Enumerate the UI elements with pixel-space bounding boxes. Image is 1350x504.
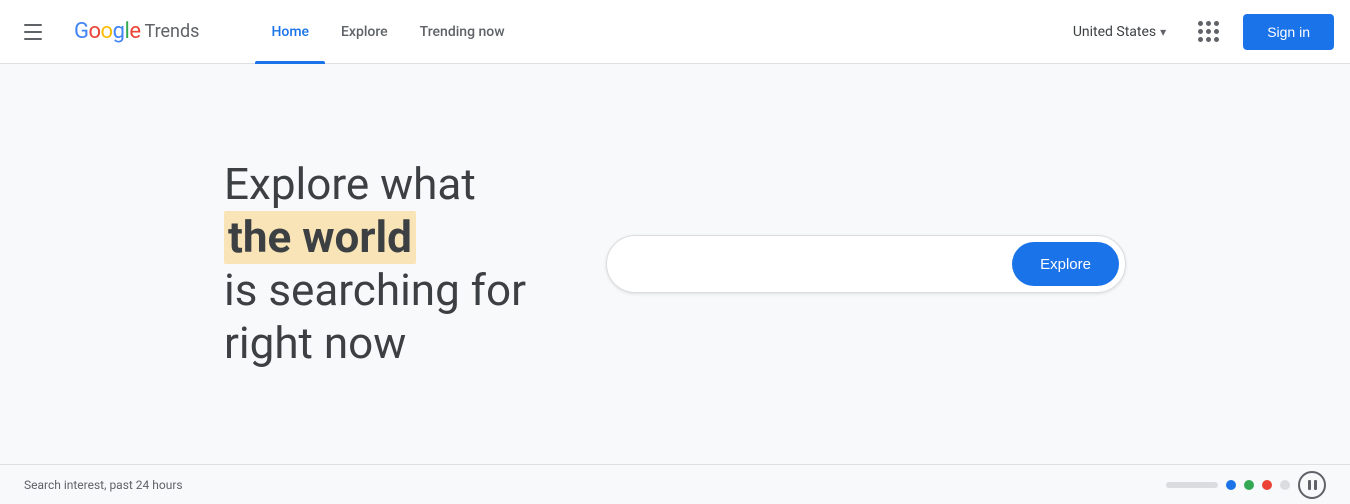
grid-dot: [1198, 29, 1203, 34]
chevron-down-icon: ▾: [1160, 25, 1166, 39]
carousel-progress-track: [1166, 482, 1218, 488]
logo-letter-o2: o: [101, 19, 113, 44]
country-label: United States: [1073, 24, 1156, 40]
bottom-bar: Search interest, past 24 hours: [0, 464, 1350, 504]
navbar: Google Trends Home Explore Trending now …: [0, 0, 1350, 64]
search-input[interactable]: [631, 255, 1012, 273]
google-trends-logo[interactable]: Google Trends: [74, 19, 199, 44]
main-nav: Home Explore Trending now: [255, 0, 520, 64]
grid-dot: [1214, 37, 1219, 42]
search-bar: Explore: [606, 235, 1126, 293]
country-selector[interactable]: United States ▾: [1065, 16, 1174, 48]
grid-dot: [1206, 21, 1211, 26]
carousel-dot-4[interactable]: [1280, 480, 1290, 490]
carousel-dot-1[interactable]: [1226, 480, 1236, 490]
carousel-controls: [1166, 471, 1326, 499]
hero-line-4: right now: [224, 317, 526, 370]
logo-letter-g: g: [113, 19, 125, 44]
search-interest-label: Search interest, past 24 hours: [24, 478, 183, 492]
navbar-right: United States ▾ Sign in: [1065, 13, 1334, 50]
google-apps-icon[interactable]: [1190, 13, 1227, 50]
nav-item-trending-now[interactable]: Trending now: [404, 0, 521, 64]
hamburger-menu-icon[interactable]: [16, 16, 50, 48]
pause-icon-left-bar: [1308, 480, 1311, 490]
pause-button[interactable]: [1298, 471, 1326, 499]
carousel-dot-2[interactable]: [1244, 480, 1254, 490]
navbar-left: Google Trends Home Explore Trending now: [16, 0, 521, 64]
explore-button[interactable]: Explore: [1012, 242, 1119, 286]
logo-letter-G: G: [74, 19, 89, 44]
search-area: Explore: [606, 235, 1126, 293]
grid-dot: [1206, 37, 1211, 42]
logo-letter-o1: o: [89, 19, 101, 44]
nav-item-home[interactable]: Home: [255, 0, 325, 64]
trends-wordmark: Trends: [144, 21, 199, 42]
hero-line-1: Explore what: [224, 158, 526, 211]
grid-dot: [1214, 21, 1219, 26]
hero-line-3: is searching for: [224, 264, 526, 317]
carousel-progress-fill: [1166, 482, 1182, 488]
grid-dot: [1206, 29, 1211, 34]
sign-in-button[interactable]: Sign in: [1243, 14, 1334, 50]
grid-dot: [1198, 37, 1203, 42]
hero-text-block: Explore what the world is searching for …: [224, 158, 526, 369]
pause-icon-right-bar: [1314, 480, 1317, 490]
grid-dot: [1214, 29, 1219, 34]
logo-letter-e: e: [129, 19, 140, 44]
grid-dot: [1198, 21, 1203, 26]
nav-item-explore[interactable]: Explore: [325, 0, 404, 64]
hero-line-2-highlighted: the world: [224, 211, 416, 264]
carousel-dot-3[interactable]: [1262, 480, 1272, 490]
main-content: Explore what the world is searching for …: [0, 64, 1350, 464]
google-wordmark: Google: [74, 19, 140, 44]
